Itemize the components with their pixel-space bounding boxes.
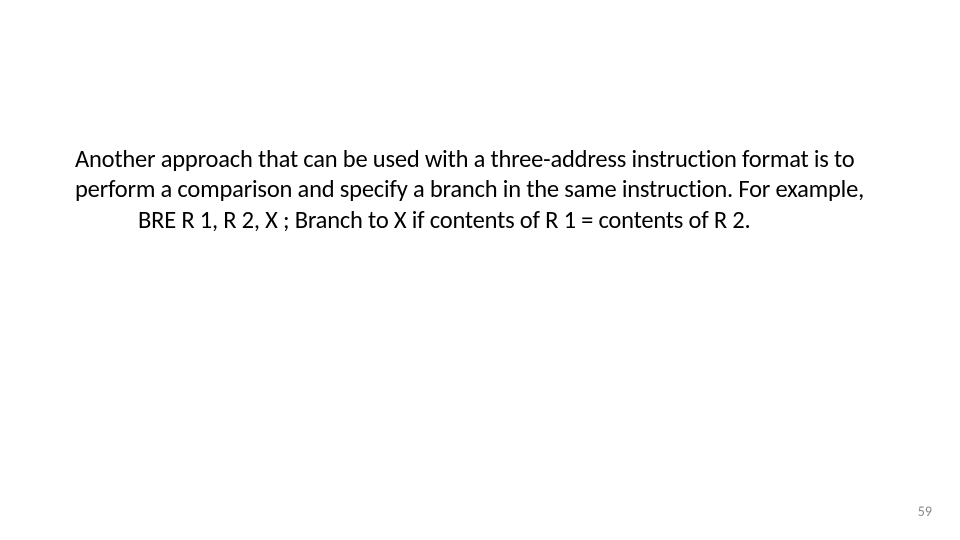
slide: Another approach that can be used with a… bbox=[0, 0, 960, 540]
example-line: BRE R 1, R 2, X ; Branch to X if content… bbox=[75, 206, 885, 236]
body-paragraph: Another approach that can be used with a… bbox=[75, 145, 885, 205]
page-number: 59 bbox=[918, 503, 932, 520]
